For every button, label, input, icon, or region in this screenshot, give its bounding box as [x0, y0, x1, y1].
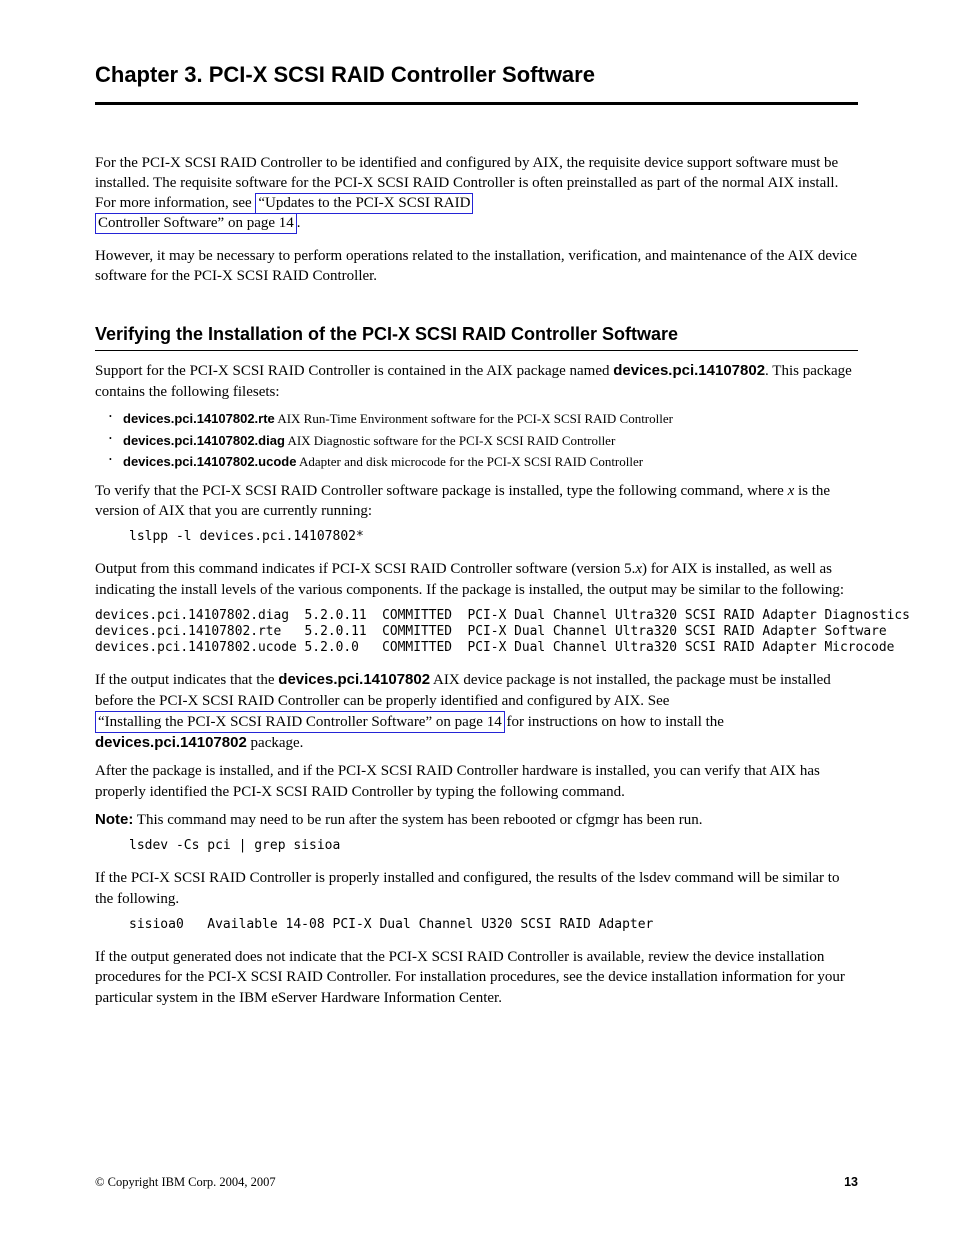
section1-title: Verifying the Installation of the PCI-X …: [95, 322, 858, 351]
output-block-2: sisioa0 Available 14-08 PCI-X Dual Chann…: [129, 917, 858, 933]
note-line: Note: This command may need to be run af…: [95, 810, 858, 830]
post-output-2: After the package is installed, and if t…: [95, 761, 858, 802]
verify-lead: To verify that the PCI-X SCSI RAID Contr…: [95, 481, 858, 522]
pkg-name: devices.pci.14107802: [613, 362, 765, 379]
page-number: 13: [844, 1174, 858, 1191]
fileset-list: devices.pci.14107802.rte AIX Run-Time En…: [95, 410, 858, 471]
section1-lead: Support for the PCI-X SCSI RAID Controll…: [95, 361, 858, 402]
cross-ref-link-install-a[interactable]: “Installing the PCI-X SCSI RAID Controll…: [95, 711, 505, 733]
list-item: devices.pci.14107802.ucode Adapter and d…: [123, 453, 858, 471]
chapter-preamble-2: However, it may be necessary to perform …: [95, 246, 858, 287]
post-output-1: If the output indicates that the devices…: [95, 670, 858, 753]
page-footer: © Copyright IBM Corp. 2004, 2007 13: [95, 1174, 858, 1191]
chapter-preamble-1: For the PCI-X SCSI RAID Controller to be…: [95, 153, 858, 234]
list-item: devices.pci.14107802.diag AIX Diagnostic…: [123, 432, 858, 450]
output-block-1: devices.pci.14107802.diag 5.2.0.11 COMMI…: [95, 608, 858, 656]
note-label: Note:: [95, 811, 133, 828]
command-block-2: lsdev -Cs pci | grep sisioa: [129, 838, 858, 854]
list-item: devices.pci.14107802.rte AIX Run-Time En…: [123, 410, 858, 428]
cross-ref-link-part1[interactable]: “Updates to the PCI-X SCSI RAID: [255, 193, 473, 214]
copyright-text: © Copyright IBM Corp. 2004, 2007: [95, 1174, 276, 1191]
preamble1-end: .: [297, 215, 301, 231]
chapter-title: Chapter 3. PCI-X SCSI RAID Controller So…: [95, 0, 858, 105]
cross-ref-link-part2[interactable]: Controller Software” on page 14: [95, 213, 297, 234]
output-lead: Output from this command indicates if PC…: [95, 559, 858, 600]
post-output-3: If the PCI-X SCSI RAID Controller is pro…: [95, 868, 858, 909]
command-block-1: lslpp -l devices.pci.14107802*: [129, 529, 858, 545]
preamble1-a: For the PCI-X SCSI RAID Controller to be…: [95, 155, 838, 191]
post-output-4: If the output generated does not indicat…: [95, 947, 858, 1008]
